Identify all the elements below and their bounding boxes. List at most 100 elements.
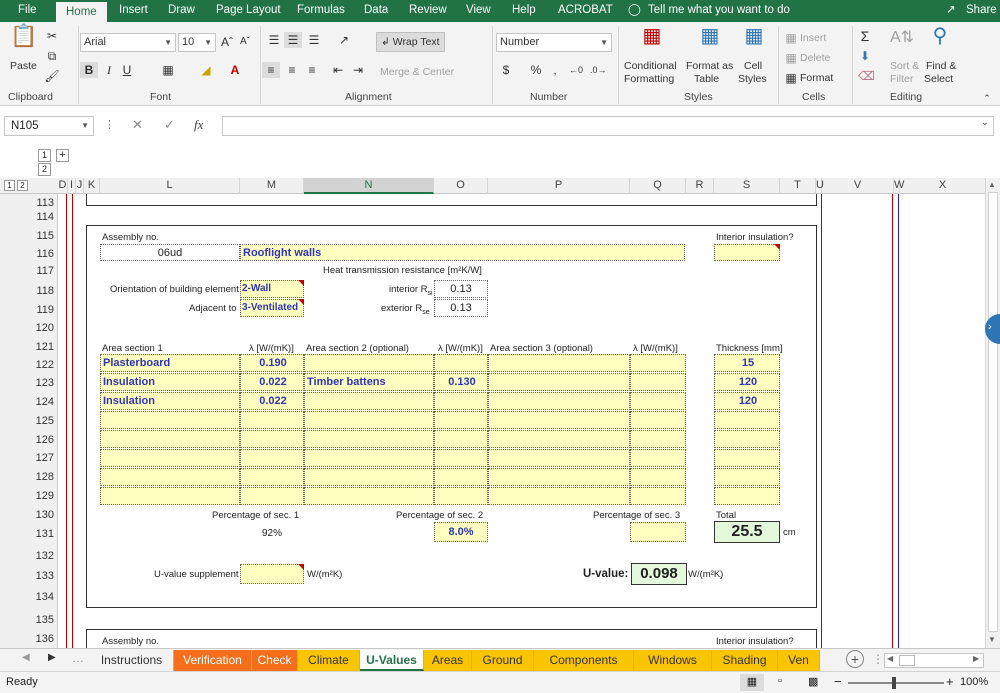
layer-cell[interactable] xyxy=(714,430,780,448)
number-format-select[interactable]: Number ▼ xyxy=(496,33,612,52)
underline-button[interactable]: U xyxy=(120,62,134,78)
column-header[interactable]: O xyxy=(434,178,488,194)
sheet-tab-windows[interactable]: Windows xyxy=(634,650,712,671)
insert-button[interactable]: Insert xyxy=(800,32,826,44)
share-button[interactable]: Share xyxy=(966,0,997,22)
row-header[interactable]: 134 xyxy=(0,591,58,603)
layer-cell[interactable] xyxy=(240,487,304,505)
clear-icon[interactable]: ⌫ xyxy=(858,68,875,84)
cell-styles-button[interactable]: Cell xyxy=(744,60,762,72)
orientation-cell[interactable]: 2-Wall xyxy=(240,280,304,298)
layer-cell[interactable]: Plasterboard xyxy=(100,354,240,372)
zoom-slider[interactable] xyxy=(848,682,944,684)
outline-level-1-button[interactable]: 1 xyxy=(4,180,15,191)
percentage-sec3-cell[interactable] xyxy=(630,522,686,542)
format-as-table-icon[interactable]: ▦ xyxy=(698,26,722,54)
row-header[interactable]: 118 xyxy=(0,285,58,297)
page-layout-view-icon[interactable]: ▫ xyxy=(778,675,782,687)
layer-cell[interactable] xyxy=(630,392,686,410)
layer-cell[interactable] xyxy=(434,487,488,505)
menu-insert[interactable]: Insert xyxy=(119,0,148,22)
row-header[interactable]: 128 xyxy=(0,471,58,483)
sheet-tab-areas[interactable]: Areas xyxy=(424,650,472,671)
layer-cell[interactable] xyxy=(434,392,488,410)
sheet-tab-shading[interactable]: Shading xyxy=(712,650,778,671)
wrap-text-button[interactable]: ↲ Wrap Text xyxy=(376,32,445,52)
outline-level-2-button[interactable]: 2 xyxy=(17,180,28,191)
layer-cell[interactable] xyxy=(714,411,780,429)
layer-cell[interactable] xyxy=(240,411,304,429)
column-header[interactable]: P xyxy=(488,178,630,194)
column-header[interactable]: I xyxy=(68,178,76,194)
align-center-icon[interactable]: ≡ xyxy=(284,62,300,78)
scroll-right-icon[interactable]: ▶ xyxy=(973,654,979,663)
conditional-formatting-button-line2[interactable]: Formatting xyxy=(624,73,674,85)
layer-cell[interactable] xyxy=(434,449,488,467)
row-header[interactable]: 123 xyxy=(0,377,58,389)
insert-function-button[interactable]: fx xyxy=(194,117,203,133)
format-painter-icon[interactable]: 🖌 xyxy=(44,68,60,84)
italic-button[interactable]: I xyxy=(102,62,116,78)
cut-icon[interactable]: ✂ xyxy=(44,28,60,44)
row-header[interactable]: 114 xyxy=(0,211,58,223)
layer-cell[interactable] xyxy=(304,411,434,429)
conditional-formatting-icon[interactable]: ▦ xyxy=(640,26,664,54)
layer-cell[interactable] xyxy=(434,411,488,429)
interior-insulation-cell[interactable] xyxy=(714,244,780,261)
column-header[interactable]: T xyxy=(780,178,816,194)
scroll-tabs-right-icon[interactable]: ▶ xyxy=(48,652,56,663)
sheet-tab-climate[interactable]: Climate xyxy=(298,650,360,671)
layer-cell[interactable] xyxy=(630,487,686,505)
layer-cell[interactable]: 0.130 xyxy=(434,373,488,391)
interior-r-cell[interactable]: 0.13 xyxy=(434,280,488,298)
assembly-no-cell[interactable]: 06ud xyxy=(100,244,240,261)
find-select-button[interactable]: Find & xyxy=(926,60,956,72)
layer-cell[interactable] xyxy=(630,411,686,429)
cell-styles-icon[interactable]: ▦ xyxy=(742,26,766,54)
u-value-supplement-cell[interactable] xyxy=(240,564,304,584)
row-header[interactable]: 113 xyxy=(0,197,58,209)
column-header[interactable]: M xyxy=(240,178,304,194)
layer-cell[interactable] xyxy=(630,354,686,372)
layer-cell[interactable] xyxy=(304,487,434,505)
expand-formula-icon[interactable]: ⌄ xyxy=(981,117,989,128)
scroll-thumb[interactable] xyxy=(988,192,998,632)
vertical-scrollbar[interactable]: ▲ ▼ xyxy=(985,178,1000,648)
expand-group-button[interactable]: + xyxy=(56,149,69,162)
layer-cell[interactable] xyxy=(240,449,304,467)
horizontal-scrollbar[interactable]: ◀ ▶ xyxy=(884,653,984,668)
bold-button[interactable]: B xyxy=(80,62,98,78)
layer-cell[interactable] xyxy=(630,449,686,467)
layer-cell[interactable] xyxy=(630,468,686,486)
layer-cell[interactable] xyxy=(488,373,630,391)
conditional-formatting-button[interactable]: Conditional xyxy=(624,60,677,72)
borders-icon[interactable]: ▦ xyxy=(160,62,176,78)
zoom-level[interactable]: 100% xyxy=(960,676,988,688)
sort-filter-button-line2[interactable]: Filter xyxy=(890,73,913,85)
exterior-r-cell[interactable]: 0.13 xyxy=(434,299,488,317)
row-header[interactable]: 122 xyxy=(0,359,58,371)
decrease-indent-icon[interactable]: ⇤ xyxy=(330,62,346,78)
layer-cell[interactable]: 0.190 xyxy=(240,354,304,372)
row-header[interactable]: 119 xyxy=(0,304,58,316)
format-as-table-button[interactable]: Format as xyxy=(686,60,733,72)
row-header[interactable]: 120 xyxy=(0,322,58,334)
horizontal-scroll-thumb[interactable] xyxy=(899,655,915,666)
delete-button[interactable]: Delete xyxy=(800,52,830,64)
format-button[interactable]: Format xyxy=(800,72,833,84)
scroll-tabs-left-icon[interactable]: ◀ xyxy=(22,652,30,663)
menu-review[interactable]: Review xyxy=(409,0,447,22)
layer-cell[interactable] xyxy=(434,430,488,448)
column-header[interactable]: K xyxy=(84,178,100,194)
layer-cell[interactable] xyxy=(100,468,240,486)
find-select-button-line2[interactable]: Select xyxy=(924,73,953,85)
layer-cell[interactable] xyxy=(630,373,686,391)
layer-cell[interactable] xyxy=(434,468,488,486)
layer-cell[interactable] xyxy=(714,468,780,486)
menu-data[interactable]: Data xyxy=(364,0,388,22)
menu-draw[interactable]: Draw xyxy=(168,0,195,22)
outline-level-1-button[interactable]: 1 xyxy=(38,149,51,162)
row-header[interactable]: 130 xyxy=(0,509,58,521)
align-right-icon[interactable]: ≡ xyxy=(304,62,320,78)
sheet-tab-ven[interactable]: Ven xyxy=(778,650,820,671)
